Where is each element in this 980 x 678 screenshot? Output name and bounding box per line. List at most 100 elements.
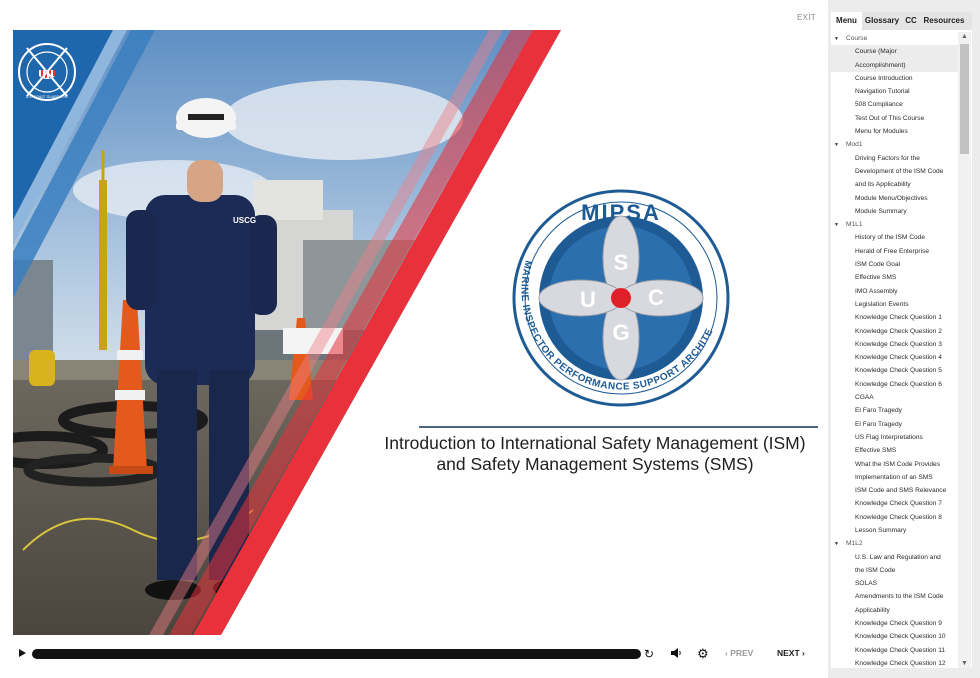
menu-item[interactable]: Knowledge Check Question 4 xyxy=(831,351,958,364)
menu-item[interactable]: Knowledge Check Question 8 xyxy=(831,511,958,524)
menu-section[interactable]: ▼ Mod1 xyxy=(831,138,958,151)
coast-guard-badge: U.S. COAST GUARD 1790 xyxy=(18,43,76,101)
menu-item[interactable]: Knowledge Check Question 2 xyxy=(831,325,958,338)
badge-text: U.S. COAST GUARD 1790 xyxy=(26,95,68,99)
menu-item[interactable]: Knowledge Check Question 1 xyxy=(831,311,958,324)
gear-icon[interactable]: ⚙ xyxy=(697,646,709,662)
menu-item[interactable]: Knowledge Check Question 11 xyxy=(831,644,958,657)
menu-label: Knowledge Check Question 3 xyxy=(855,340,942,348)
menu-item[interactable]: Knowledge Check Question 6 xyxy=(831,378,958,391)
menu-label: Navigation Tutorial xyxy=(855,88,910,96)
caret-down-icon[interactable]: ▼ xyxy=(834,139,846,151)
menu-item[interactable]: Knowledge Check Question 10 xyxy=(831,630,958,643)
menu-item[interactable]: What the ISM Code Provides xyxy=(831,458,958,471)
menu-label: Knowledge Check Question 1 xyxy=(855,314,942,322)
menu-label: ISM Code Goal xyxy=(855,261,901,269)
menu-item[interactable]: Implementation of an SMS xyxy=(831,471,958,484)
menu-item[interactable]: ISM Code Goal xyxy=(831,258,958,271)
menu-item[interactable]: the ISM Code xyxy=(831,564,958,577)
menu-label: Course (Major xyxy=(855,48,897,56)
volume-icon[interactable] xyxy=(670,647,682,663)
menu-label: M1L1 xyxy=(846,221,863,229)
menu-item[interactable]: Herald of Free Enterprise xyxy=(831,245,958,258)
sidebar-tabs: Menu Glossary CC Resources xyxy=(831,12,972,30)
menu-item[interactable]: Effective SMS xyxy=(831,271,958,284)
menu-item[interactable]: CGAA xyxy=(831,391,958,404)
menu-label: Course xyxy=(846,35,868,42)
menu-item[interactable]: US Flag Interpretations xyxy=(831,431,958,444)
menu-item[interactable]: IMO Assembly xyxy=(831,285,958,298)
menu-item[interactable]: Amendments to the ISM Code xyxy=(831,590,958,603)
menu-label: Module Summary xyxy=(855,207,907,215)
menu-label: El Faro Tragedy xyxy=(855,420,902,428)
menu-item[interactable]: Knowledge Check Question 12 xyxy=(831,657,958,668)
course-player: EXIT USCG U.S. COAST GUARD 1790 MIPSA MA… xyxy=(0,0,828,678)
next-label: NEXT xyxy=(777,648,800,658)
menu-label: Knowledge Check Question 2 xyxy=(855,327,942,335)
menu-label: Knowledge Check Question 8 xyxy=(855,513,942,521)
next-button[interactable]: NEXT › xyxy=(777,648,805,658)
menu-section[interactable]: ▼ M1L1 xyxy=(831,218,958,231)
menu-label: Implementation of an SMS xyxy=(855,473,933,481)
menu-item[interactable]: Module Summary xyxy=(831,205,958,218)
menu-label: IMO Assembly xyxy=(855,287,898,295)
prev-button[interactable]: ‹ PREV xyxy=(725,648,753,658)
slide-canvas: USCG U.S. COAST GUARD 1790 MIPSA MARINE … xyxy=(13,30,820,635)
caret-down-icon[interactable]: ▼ xyxy=(834,219,846,231)
menu-label: Development of the ISM Code xyxy=(855,167,944,175)
menu-item[interactable]: El Faro Tragedy xyxy=(831,404,958,417)
menu-scrollbar[interactable]: ▲ ▼ xyxy=(958,32,971,668)
menu-label: U.S. Law and Regulation and xyxy=(855,553,941,561)
menu-item[interactable]: Driving Factors for the xyxy=(831,152,958,165)
menu-label: CGAA xyxy=(855,394,874,402)
menu-item[interactable]: SOLAS xyxy=(831,577,958,590)
playback-controls: ↻ ⚙ ‹ PREV NEXT › xyxy=(13,644,820,666)
tab-resources[interactable]: Resources xyxy=(920,12,968,30)
caret-down-icon[interactable]: ▼ xyxy=(834,33,846,45)
menu-label: Applicability xyxy=(855,606,890,614)
menu-item[interactable]: ISM Code and SMS Relevance xyxy=(831,484,958,497)
menu-item[interactable]: El Faro Tragedy xyxy=(831,418,958,431)
menu-item[interactable]: Lesson Summary xyxy=(831,524,958,537)
course-title: Introduction to International Safety Man… xyxy=(365,433,820,475)
menu-item[interactable]: Development of the ISM Code xyxy=(831,165,958,178)
menu-label: Legislation Events xyxy=(855,300,909,308)
menu-item[interactable]: Legislation Events xyxy=(831,298,958,311)
scroll-up-icon[interactable]: ▲ xyxy=(961,33,968,40)
menu-item[interactable]: 508 Compliance xyxy=(831,98,958,111)
menu-item[interactable]: Knowledge Check Question 7 xyxy=(831,497,958,510)
menu-label: SOLAS xyxy=(855,580,877,588)
menu-item[interactable]: U.S. Law and Regulation and xyxy=(831,551,958,564)
scroll-down-icon[interactable]: ▼ xyxy=(961,660,968,667)
menu-item[interactable]: Course Introduction xyxy=(831,72,958,85)
menu-item[interactable]: and its Applicability xyxy=(831,178,958,191)
tab-menu[interactable]: Menu xyxy=(831,12,862,30)
menu-item[interactable]: Accomplishment) xyxy=(831,58,958,72)
play-icon[interactable] xyxy=(19,649,26,657)
menu-section[interactable]: ▼ M1L2 xyxy=(831,537,958,550)
exit-button[interactable]: EXIT xyxy=(797,13,816,22)
menu-item[interactable]: Knowledge Check Question 9 xyxy=(831,617,958,630)
scrollbar-thumb[interactable] xyxy=(960,44,969,154)
menu-label: Module Menu/Objectives xyxy=(855,194,928,202)
menu-item[interactable]: Effective SMS xyxy=(831,444,958,457)
menu-section[interactable]: ▼ Course xyxy=(831,32,958,45)
menu-label: M1L2 xyxy=(846,540,863,548)
replay-icon[interactable]: ↻ xyxy=(644,646,654,662)
menu-item[interactable]: History of the ISM Code xyxy=(831,231,958,244)
menu-item[interactable]: Module Menu/Objectives xyxy=(831,192,958,205)
menu-item[interactable]: Menu for Modules xyxy=(831,125,958,138)
course-title-line-2: and Safety Management Systems (SMS) xyxy=(436,454,754,474)
menu-item[interactable]: Applicability xyxy=(831,604,958,617)
menu-item[interactable]: Navigation Tutorial xyxy=(831,85,958,98)
tab-cc[interactable]: CC xyxy=(902,12,920,30)
menu-item[interactable]: Course (Major xyxy=(831,45,958,59)
menu-item[interactable]: Test Out of This Course xyxy=(831,112,958,125)
menu-label: History of the ISM Code xyxy=(855,234,925,242)
menu-item[interactable]: Knowledge Check Question 5 xyxy=(831,364,958,377)
seek-bar[interactable] xyxy=(32,649,641,659)
tab-glossary[interactable]: Glossary xyxy=(862,12,902,30)
caret-down-icon[interactable]: ▼ xyxy=(834,538,846,550)
menu-item[interactable]: Knowledge Check Question 3 xyxy=(831,338,958,351)
menu-label: and its Applicability xyxy=(855,181,911,189)
